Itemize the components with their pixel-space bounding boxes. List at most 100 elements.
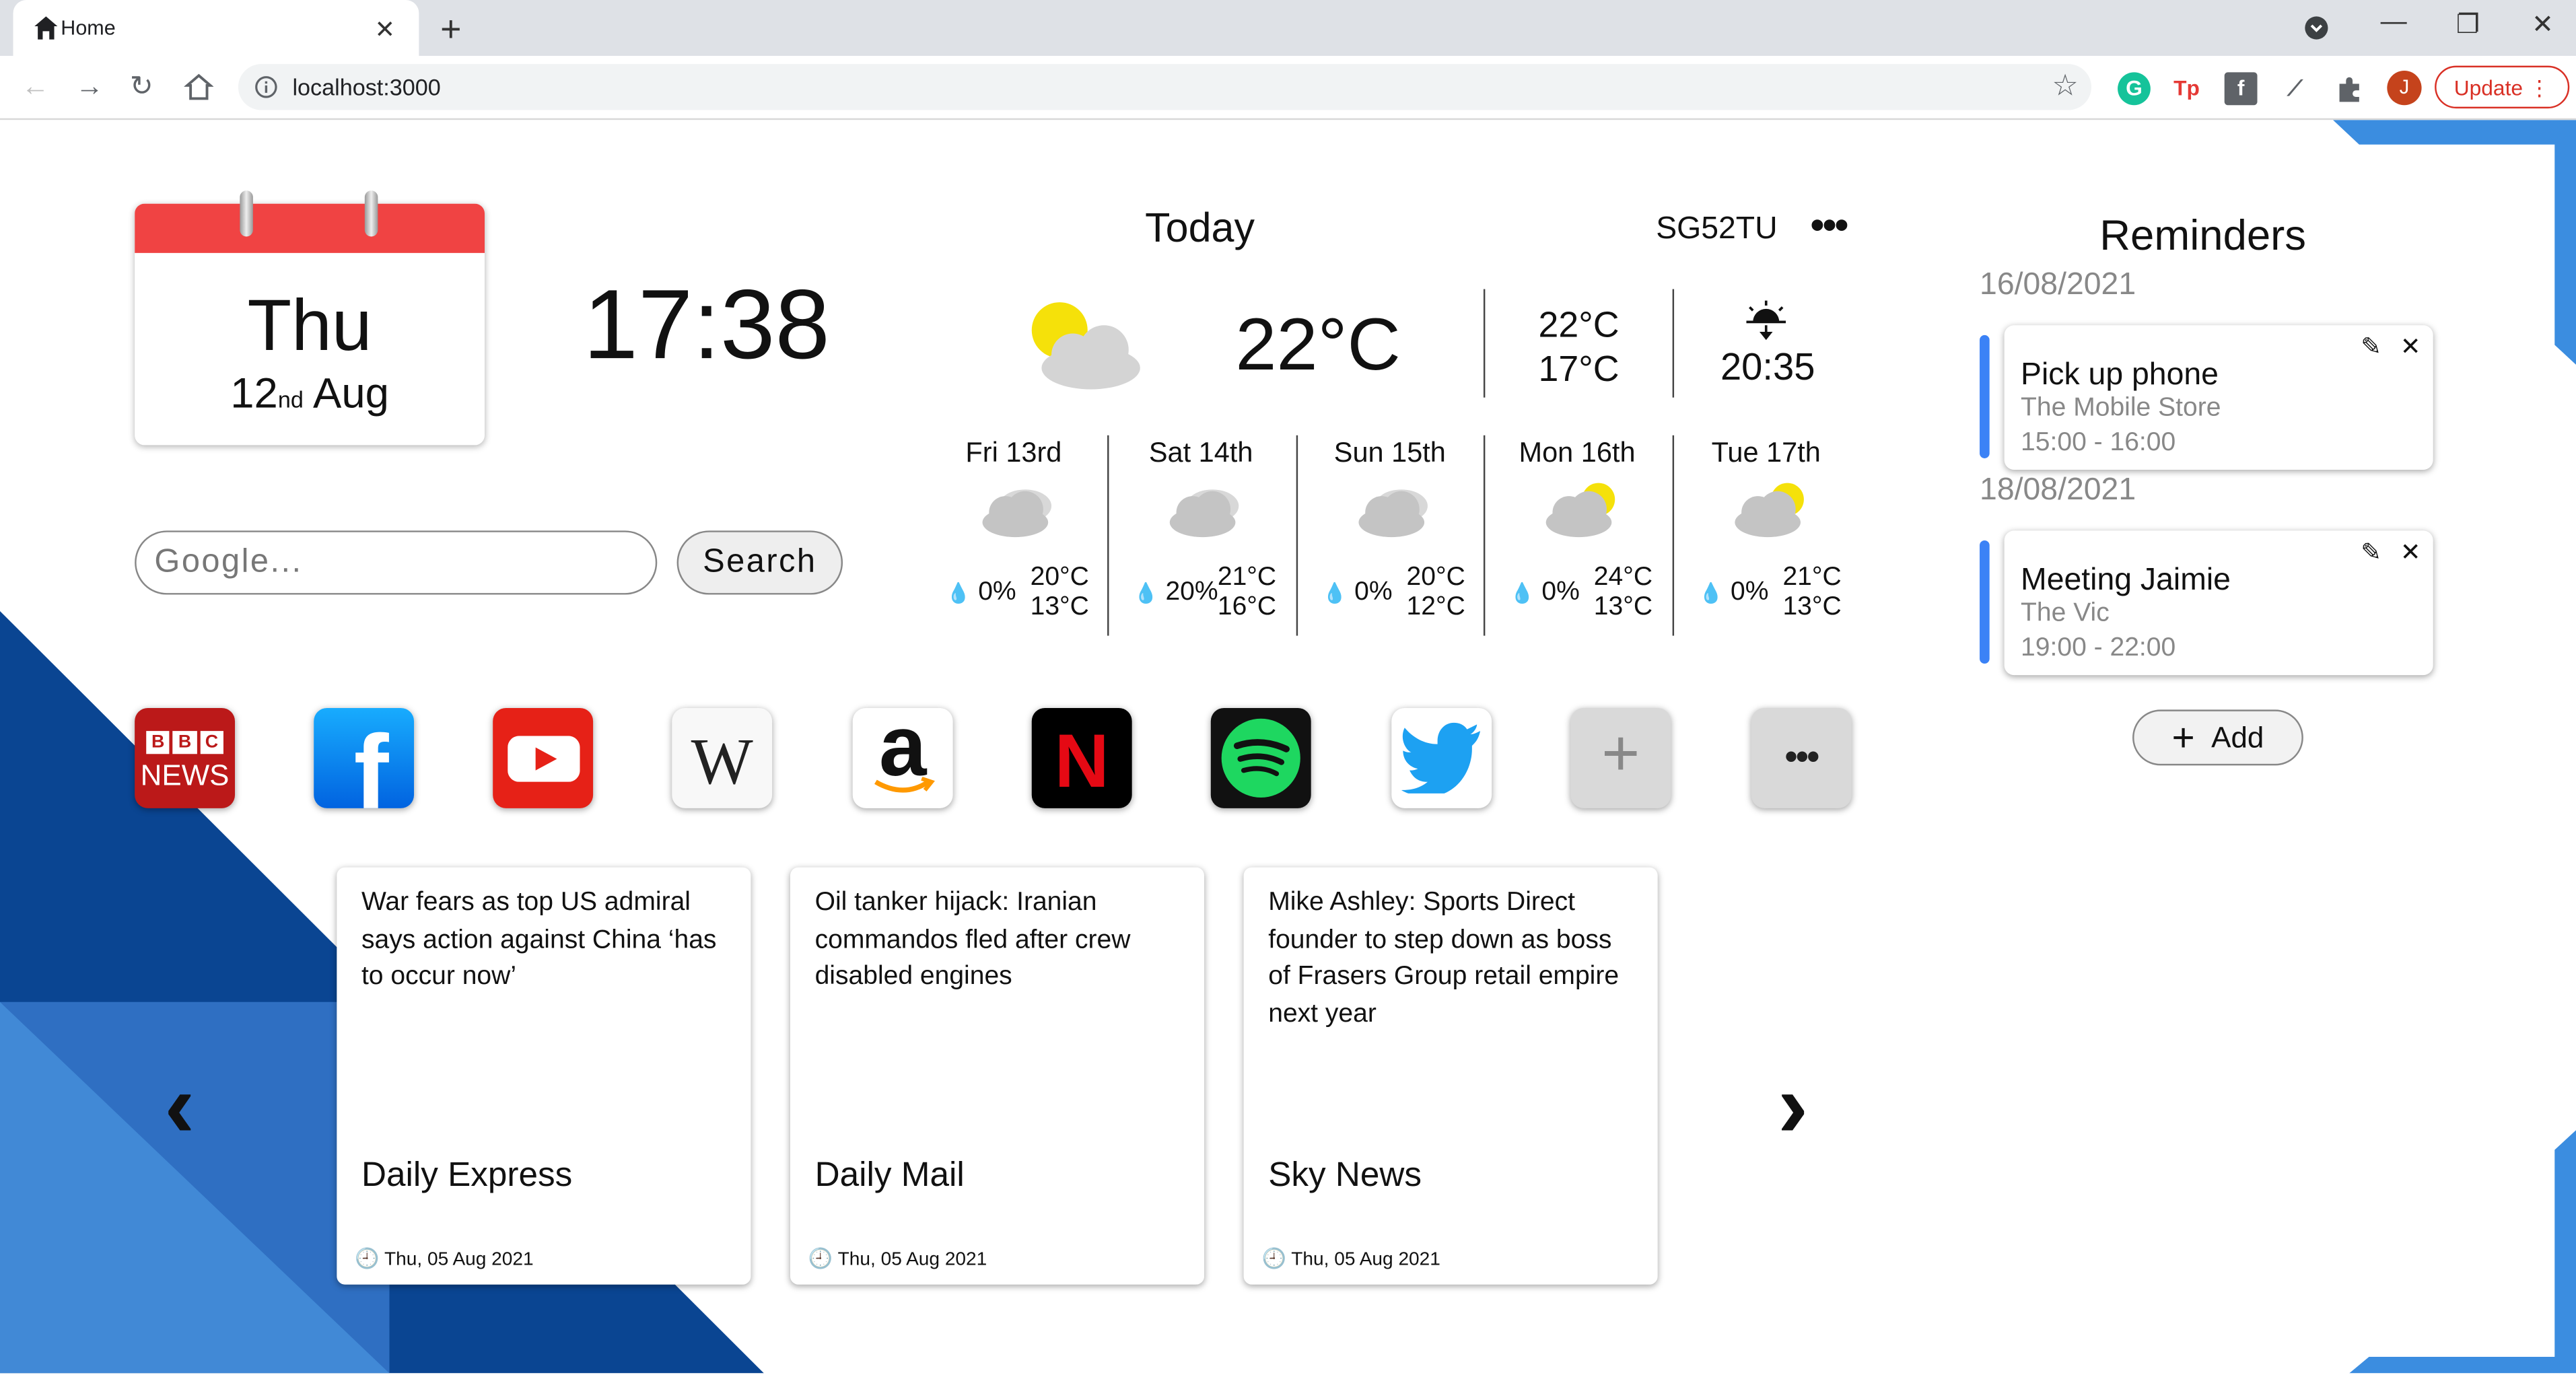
bookmark-star-icon[interactable]: ☆: [2052, 69, 2078, 104]
forecast-high: 24°C: [1593, 563, 1653, 592]
extensions-puzzle-icon[interactable]: [2334, 74, 2364, 104]
news-card[interactable]: War fears as top US admiral says action …: [337, 867, 751, 1285]
news-headline: War fears as top US admiral says action …: [361, 888, 717, 991]
search-button[interactable]: Search: [676, 530, 843, 595]
calendar-widget: Thu 12nd Aug: [135, 203, 485, 446]
calendar-header: [135, 203, 485, 253]
reminder-time: 19:00 - 22:00: [2021, 634, 2176, 662]
url-text[interactable]: localhost:3000: [292, 74, 440, 100]
spotify-shortcut[interactable]: [1210, 707, 1311, 808]
clock-icon: 🕘: [808, 1246, 833, 1270]
wikipedia-icon: W: [691, 724, 753, 799]
forecast-low: 13°C: [1030, 593, 1089, 621]
weather-more-button[interactable]: •••: [1811, 204, 1849, 250]
forecast-rain: 💧 0%: [1323, 578, 1393, 608]
reminder-name: Meeting Jaimie: [2021, 563, 2231, 598]
twitter-bird-icon: [1401, 722, 1481, 794]
news-date-text: Thu, 05 Aug 2021: [837, 1250, 987, 1270]
new-tab-icon[interactable]: +: [440, 8, 461, 50]
eyedropper-icon[interactable]: ⟋: [2278, 72, 2311, 105]
clock-icon: 🕘: [1261, 1246, 1286, 1270]
forecast-high-low: 21°C 13°C: [1779, 563, 1845, 623]
prev-arrow-icon[interactable]: ‹: [164, 1051, 195, 1158]
news-card[interactable]: Oil tanker hijack: Iranian commandos fle…: [790, 867, 1205, 1285]
forecast-low: 13°C: [1782, 593, 1842, 621]
forecast-rain: 💧 0%: [1510, 578, 1580, 608]
minimize-icon[interactable]: —: [2381, 8, 2407, 38]
news-card[interactable]: Mike Ashley: Sports Direct founder to st…: [1243, 867, 1658, 1285]
restore-icon[interactable]: ❐: [2456, 8, 2480, 41]
forecast-high-low: 20°C 13°C: [1026, 563, 1092, 623]
reminder-accent: [1980, 334, 1990, 458]
back-icon[interactable]: ←: [22, 71, 49, 104]
address-bar[interactable]: [238, 64, 2092, 110]
forecast-day: Sat 14th: [1148, 437, 1253, 468]
reminder-time: 15:00 - 16:00: [2021, 429, 2176, 457]
forecast-day: Tue 17th: [1711, 437, 1821, 468]
bbc-logo-icon: B B C: [146, 731, 223, 754]
add-shortcut-button[interactable]: +: [1570, 707, 1671, 808]
delete-icon[interactable]: ✕: [2400, 332, 2421, 361]
facebook-shortcut[interactable]: f: [314, 707, 415, 808]
amazon-shortcut[interactable]: a: [852, 707, 953, 808]
forward-icon[interactable]: →: [75, 71, 103, 104]
add-reminder-button[interactable]: + Add: [2132, 709, 2303, 766]
tab-search-icon[interactable]: [2303, 15, 2330, 41]
news-source: Sky News: [1268, 1156, 1422, 1195]
twitter-shortcut[interactable]: [1391, 707, 1492, 808]
edit-icon[interactable]: ✎: [2361, 537, 2381, 567]
news-date-text: Thu, 05 Aug 2021: [384, 1250, 534, 1270]
facebook-extension-icon[interactable]: f: [2224, 72, 2258, 106]
amazon-smile-icon: [874, 777, 935, 793]
reminder-name: Pick up phone: [2021, 358, 2219, 393]
forecast-high: 20°C: [1406, 563, 1465, 592]
edit-icon[interactable]: ✎: [2361, 332, 2381, 361]
wikipedia-shortcut[interactable]: W: [672, 707, 773, 808]
forecast-high: 21°C: [1782, 563, 1842, 592]
delete-icon[interactable]: ✕: [2400, 537, 2421, 567]
droplet-icon: 💧: [1698, 581, 1724, 605]
news-headline: Oil tanker hijack: Iranian commandos fle…: [814, 888, 1131, 991]
sunset-time: 20:35: [1720, 345, 1815, 388]
news-headline: Mike Ashley: Sports Direct founder to st…: [1268, 888, 1620, 1028]
home-icon[interactable]: [184, 72, 214, 102]
youtube-shortcut[interactable]: [493, 707, 594, 808]
forecast-rain-value: 0%: [978, 578, 1016, 606]
bbc-news-shortcut[interactable]: B B C NEWS: [135, 707, 236, 808]
forecast-low: 13°C: [1593, 593, 1653, 621]
calendar-date: 12nd Aug: [135, 368, 485, 419]
forecast-high-low: 24°C 13°C: [1591, 563, 1657, 623]
close-tab-icon[interactable]: ✕: [374, 15, 395, 44]
update-label: Update: [2453, 75, 2523, 100]
more-shortcuts-button[interactable]: •••: [1751, 707, 1852, 808]
next-arrow-icon[interactable]: ›: [1778, 1051, 1809, 1158]
news-date: 🕘 Thu, 05 Aug 2021: [1261, 1246, 1440, 1269]
forecast-rain: 💧 0%: [1699, 578, 1769, 608]
sunset-icon: [1746, 300, 1786, 341]
divider: [1483, 289, 1486, 398]
profile-avatar[interactable]: J: [2387, 70, 2422, 106]
netflix-shortcut[interactable]: N: [1031, 707, 1132, 808]
reminder-card[interactable]: Pick up phone The Mobile Store 15:00 - 1…: [2004, 325, 2433, 470]
forecast-day: Sun 15th: [1333, 437, 1446, 468]
update-button[interactable]: Update ⋮: [2435, 65, 2570, 109]
forecast-rain-value: 0%: [1354, 578, 1393, 606]
partly-sunny-icon: [1735, 483, 1804, 538]
grammarly-icon[interactable]: G: [2118, 72, 2151, 106]
forecast-low: 16°C: [1217, 593, 1277, 621]
calendar-date-suffix: nd: [277, 386, 304, 413]
spotify-icon: [1221, 718, 1300, 798]
tp-extension-icon[interactable]: Tp: [2170, 72, 2203, 105]
weather-title: Today: [1145, 205, 1255, 252]
reminder-card[interactable]: Meeting Jaimie The Vic 19:00 - 22:00 ✎ ✕: [2004, 530, 2433, 676]
site-info-icon[interactable]: [254, 75, 277, 98]
reload-icon[interactable]: ↻: [130, 71, 153, 104]
kebab-menu-icon: ⋮: [2528, 75, 2550, 100]
news-source: Daily Express: [361, 1156, 573, 1195]
calendar-day: Thu: [247, 285, 372, 367]
cloud-icon: [982, 489, 1052, 538]
search-input[interactable]: Google...: [135, 530, 658, 595]
calendar-date-num: 12: [230, 367, 278, 417]
weather-location: SG52TU: [1656, 211, 1778, 247]
close-window-icon[interactable]: ✕: [2532, 8, 2554, 41]
